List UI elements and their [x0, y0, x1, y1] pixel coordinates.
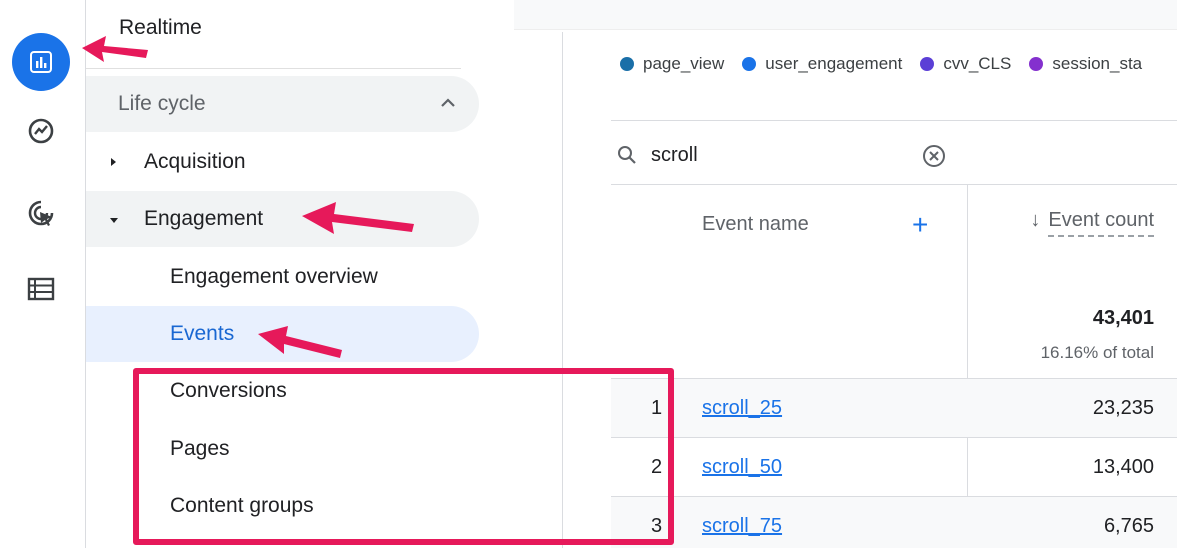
- nav-item-realtime[interactable]: Realtime: [119, 16, 202, 40]
- legend-item[interactable]: page_view: [620, 54, 724, 74]
- chart-legend: page_view user_engagement cvv_CLS sessio…: [620, 54, 1177, 74]
- lifecycle-label: Life cycle: [118, 92, 206, 115]
- column-header-event-name[interactable]: Event name: [702, 213, 809, 236]
- total-event-count: 43,401: [1092, 307, 1154, 329]
- legend-item[interactable]: session_sta: [1029, 54, 1142, 74]
- top-strip: [514, 0, 1177, 30]
- pages-label: Pages: [170, 437, 230, 460]
- reports-icon[interactable]: [12, 33, 70, 91]
- nav-section-lifecycle[interactable]: Life cycle: [86, 76, 479, 132]
- acquisition-label: Acquisition: [144, 150, 246, 173]
- event-count-value: 6,765: [1103, 515, 1154, 537]
- clear-search-icon[interactable]: [921, 143, 947, 169]
- legend-label: user_engagement: [765, 54, 903, 73]
- caret-right-icon: [108, 155, 118, 173]
- main-content: page_view user_engagement cvv_CLS sessio…: [496, 0, 1177, 548]
- nav-item-content-groups[interactable]: Content groups: [86, 478, 479, 534]
- table-row: 3 scroll_75 6,765: [611, 496, 1177, 548]
- legend-dot: [620, 57, 634, 71]
- configure-icon[interactable]: [14, 262, 68, 316]
- legend-dot: [742, 57, 757, 71]
- events-label: Events: [170, 322, 235, 345]
- content-divider: [562, 32, 563, 548]
- legend-label: cvv_CLS: [943, 54, 1012, 73]
- row-index: 2: [651, 456, 663, 478]
- engagement-label: Engagement: [144, 207, 264, 230]
- search-icon: [617, 145, 637, 170]
- nav-item-pages[interactable]: Pages: [86, 421, 479, 477]
- event-count-value: 23,235: [1092, 397, 1154, 419]
- legend-label: session_sta: [1052, 54, 1143, 73]
- chevron-up-icon[interactable]: [439, 94, 457, 117]
- nav-divider: [86, 68, 461, 69]
- table-row: 2 scroll_50 13,400: [611, 437, 1177, 496]
- row-index: 1: [651, 397, 663, 419]
- legend-label: page_view: [643, 54, 725, 73]
- row-index: 3: [651, 515, 663, 537]
- event-name-link[interactable]: scroll_50: [702, 456, 782, 479]
- caret-down-icon: [108, 212, 120, 230]
- nav-item-events[interactable]: Events: [86, 306, 479, 362]
- nav-item-conversions[interactable]: Conversions: [86, 363, 479, 419]
- legend-item[interactable]: user_engagement: [742, 54, 902, 74]
- conversions-label: Conversions: [170, 379, 287, 402]
- events-table: Event name + ↓ Event count 43,401 16.16%…: [611, 120, 1177, 548]
- advertising-icon[interactable]: [14, 186, 68, 240]
- column-header-event-count[interactable]: ↓ Event count: [1030, 209, 1154, 237]
- add-dimension-button[interactable]: +: [912, 211, 928, 239]
- table-row: 1 scroll_25 23,235: [611, 378, 1177, 437]
- content-groups-label: Content groups: [170, 494, 314, 517]
- explore-icon[interactable]: [14, 104, 68, 158]
- event-count-label: Event count: [1048, 209, 1154, 237]
- table-search: [611, 121, 1177, 185]
- search-input[interactable]: [651, 141, 901, 169]
- nav-item-engagement-overview[interactable]: Engagement overview: [86, 249, 479, 305]
- event-name-link[interactable]: scroll_75: [702, 515, 782, 538]
- left-rail: [0, 0, 86, 548]
- event-count-value: 13,400: [1092, 456, 1154, 478]
- legend-dot: [1029, 57, 1044, 71]
- reports-nav: Realtime Life cycle Acquisition Engageme…: [86, 0, 496, 548]
- legend-item[interactable]: cvv_CLS: [920, 54, 1011, 74]
- nav-item-engagement[interactable]: Engagement: [86, 191, 479, 247]
- engagement-overview-label: Engagement overview: [170, 265, 378, 288]
- legend-dot: [920, 57, 935, 71]
- event-name-link[interactable]: scroll_25: [702, 397, 782, 420]
- sort-arrow-icon: ↓: [1030, 209, 1041, 231]
- nav-item-acquisition[interactable]: Acquisition: [86, 134, 479, 190]
- total-percentage: 16.16% of total: [1040, 343, 1154, 362]
